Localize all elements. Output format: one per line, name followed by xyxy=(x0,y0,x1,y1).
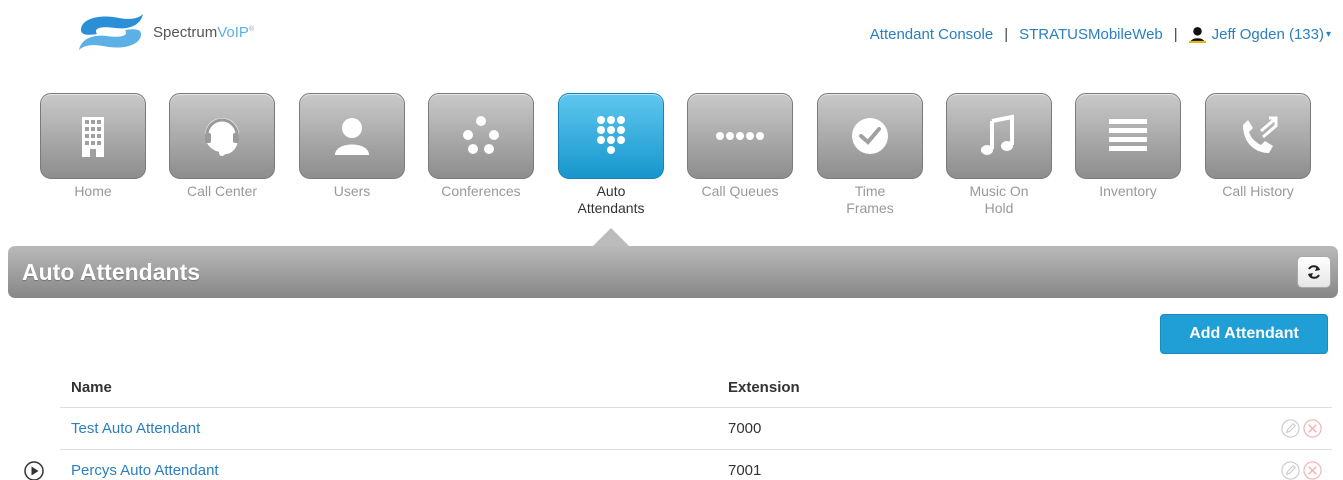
stratus-mobile-web-link[interactable]: STRATUSMobileWeb xyxy=(1019,26,1163,43)
tab-label: Users xyxy=(333,183,371,199)
table-header: Name Extension xyxy=(60,368,1332,408)
tab-tile xyxy=(817,93,923,179)
clock-icon xyxy=(852,118,888,154)
tab-users[interactable]: Users xyxy=(299,93,405,243)
tab-tile xyxy=(428,93,534,179)
table-row[interactable]: Percys Auto Attendant 7001 xyxy=(24,450,1332,480)
spectrum-logo-icon xyxy=(79,14,143,50)
tab-tile xyxy=(40,93,146,179)
tab-label: Auto Attendants xyxy=(577,183,645,216)
user-icon xyxy=(335,118,369,155)
logo: SpectrumVoIP® xyxy=(75,12,315,52)
list-icon xyxy=(1109,119,1147,151)
attendant-console-link[interactable]: Attendant Console xyxy=(870,26,993,43)
keypad-icon xyxy=(597,116,625,154)
play-icon[interactable] xyxy=(24,461,44,480)
tab-tile xyxy=(1205,93,1311,179)
tab-label: Music On Hold xyxy=(969,183,1029,216)
tab-tile xyxy=(169,93,275,179)
user-name[interactable]: Jeff Ogden (133) xyxy=(1212,26,1324,43)
chevron-down-icon[interactable]: ▾ xyxy=(1326,29,1331,40)
brand-name: SpectrumVoIP® xyxy=(153,23,255,41)
tab-label: Inventory xyxy=(1099,183,1157,199)
user-menu[interactable]: Jeff Ogden (133) ▾ xyxy=(1188,26,1331,43)
building-icon xyxy=(82,117,104,157)
conference-icon xyxy=(463,116,499,154)
tab-home[interactable]: Home xyxy=(40,93,146,243)
headset-icon xyxy=(205,118,239,156)
tab-music-on-hold[interactable]: Music On Hold xyxy=(946,93,1052,243)
tab-call-center[interactable]: Call Center xyxy=(169,93,275,243)
section-header: Auto Attendants xyxy=(8,246,1338,298)
tab-tile xyxy=(1075,93,1181,179)
attendant-extension: 7001 xyxy=(728,462,762,479)
attendant-name-link[interactable]: Percys Auto Attendant xyxy=(71,462,219,479)
queue-icon xyxy=(716,132,764,140)
tab-tile xyxy=(687,93,793,179)
column-header-name[interactable]: Name xyxy=(60,379,728,396)
user-icon xyxy=(1188,27,1206,43)
edit-icon[interactable] xyxy=(1281,461,1300,480)
tab-call-queues[interactable]: Call Queues xyxy=(687,93,793,243)
tab-call-history[interactable]: Call History xyxy=(1205,93,1311,243)
main-nav-tabs: Home Call Center Users Conferences Auto … xyxy=(40,93,1340,243)
tab-conferences[interactable]: Conferences xyxy=(428,93,534,243)
attendant-extension: 7000 xyxy=(728,420,762,437)
add-attendant-button[interactable]: Add Attendant xyxy=(1160,314,1328,354)
tab-label: Home xyxy=(74,183,112,199)
delete-icon[interactable] xyxy=(1303,461,1322,480)
tab-tile xyxy=(299,93,405,179)
refresh-button[interactable] xyxy=(1297,256,1331,288)
tab-label: Conferences xyxy=(441,183,521,199)
tab-time-frames[interactable]: Time Frames xyxy=(817,93,923,243)
refresh-icon xyxy=(1308,265,1320,279)
tab-tile xyxy=(558,93,664,179)
tab-label: Call Center xyxy=(186,183,258,199)
top-nav: Attendant Console | STRATUSMobileWeb | J… xyxy=(870,26,1331,43)
delete-icon[interactable] xyxy=(1303,419,1322,438)
tab-label: Time Frames xyxy=(846,183,894,216)
music-note-icon xyxy=(981,114,1014,155)
edit-icon[interactable] xyxy=(1281,419,1300,438)
column-header-extension[interactable]: Extension xyxy=(728,379,1248,396)
attendant-name-link[interactable]: Test Auto Attendant xyxy=(71,420,200,437)
tab-inventory[interactable]: Inventory xyxy=(1075,93,1181,243)
phone-history-icon xyxy=(1243,116,1278,153)
attendants-table: Name Extension Test Auto Attendant 7000 … xyxy=(24,368,1332,480)
table-row[interactable]: Test Auto Attendant 7000 xyxy=(60,408,1332,450)
nav-separator: | xyxy=(1004,26,1009,43)
row-actions xyxy=(1281,419,1322,438)
active-tab-pointer xyxy=(593,228,629,246)
row-actions xyxy=(1281,461,1322,480)
nav-separator: | xyxy=(1173,26,1178,43)
page-title: Auto Attendants xyxy=(22,258,201,285)
tab-label: Call History xyxy=(1222,183,1294,199)
tab-tile xyxy=(946,93,1052,179)
tab-auto-attendants[interactable]: Auto Attendants xyxy=(558,93,664,243)
tab-label: Call Queues xyxy=(701,183,779,199)
